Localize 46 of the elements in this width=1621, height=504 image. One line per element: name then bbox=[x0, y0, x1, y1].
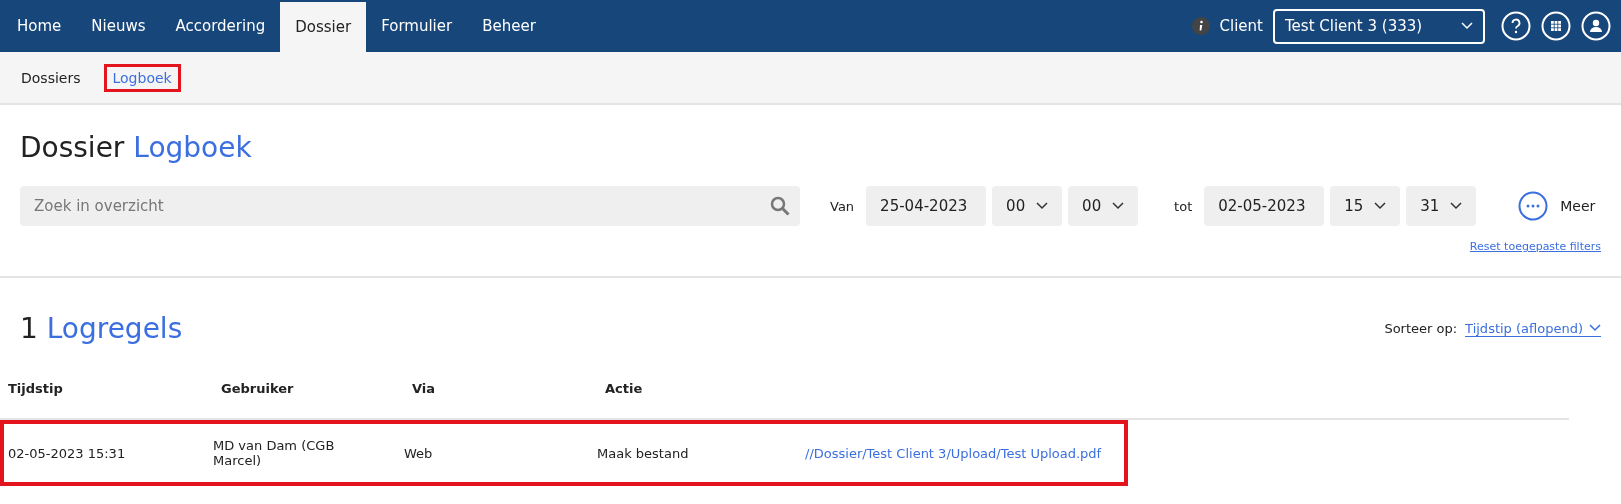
minute-select[interactable]: 00 bbox=[1068, 186, 1139, 226]
page-title: Dossier Logboek bbox=[20, 131, 253, 164]
nav-tab[interactable]: Nieuws bbox=[76, 0, 161, 52]
sort-dropdown[interactable]: Tijdstip (aflopend) bbox=[1465, 320, 1601, 337]
column-header: Gebruiker bbox=[221, 381, 295, 396]
nav-tab[interactable]: Home bbox=[2, 0, 77, 52]
sort-label: Sorteer op: bbox=[1384, 321, 1458, 336]
chevron-icon bbox=[1461, 22, 1473, 30]
chevron-icon bbox=[1036, 202, 1049, 210]
nav-tab[interactable]: Beheer bbox=[467, 0, 551, 52]
chevron-icon bbox=[1374, 202, 1387, 210]
column-header: Tijdstip bbox=[8, 381, 64, 396]
apps-grid-icon[interactable] bbox=[1541, 11, 1571, 41]
date-field[interactable]: 25-04-2023 bbox=[866, 186, 987, 226]
column-header: Actie bbox=[605, 381, 644, 396]
nav-tab[interactable]: Formulier bbox=[366, 0, 468, 52]
chevron-icon bbox=[1112, 202, 1125, 210]
user-icon[interactable] bbox=[1581, 11, 1611, 41]
search-icon[interactable] bbox=[770, 196, 790, 216]
more-label[interactable]: Meer bbox=[1560, 198, 1596, 214]
hour-select[interactable]: 00 bbox=[992, 186, 1063, 226]
date-field[interactable]: 02-05-2023 bbox=[1204, 186, 1325, 226]
table-cell-text: MD van Dam (CGB Marcel) bbox=[213, 438, 336, 468]
results-title: 1 Logregels bbox=[20, 312, 183, 345]
info-icon bbox=[1191, 17, 1210, 35]
minute-select[interactable]: 31 bbox=[1406, 186, 1477, 226]
subnav-link[interactable]: Dossiers bbox=[12, 63, 90, 92]
table-cell: Maak bestand bbox=[597, 445, 689, 461]
subnav-link[interactable]: Logboek bbox=[103, 63, 181, 92]
hour-select[interactable]: 15 bbox=[1330, 186, 1401, 226]
reset-filters-link[interactable]: Reset toegepaste filters bbox=[1469, 240, 1601, 253]
table-cell: 02-05-2023 15:31 bbox=[8, 445, 126, 461]
chevron-icon bbox=[1450, 202, 1463, 210]
search-field[interactable]: Zoek in overzicht bbox=[20, 186, 800, 226]
column-header: Via bbox=[412, 381, 437, 396]
nav-tab[interactable]: Accordering bbox=[160, 0, 281, 52]
client-label: Client bbox=[1219, 17, 1263, 35]
nav-tab[interactable]: Dossier bbox=[280, 2, 367, 52]
help-icon[interactable] bbox=[1501, 11, 1531, 41]
client-select[interactable]: Test Client 3 (333) bbox=[1273, 8, 1485, 44]
more-icon[interactable] bbox=[1518, 191, 1549, 221]
from-label: Van bbox=[830, 198, 855, 214]
file-path-link[interactable]: //Dossier/Test Client 3/Upload/Test Upload.pdf bbox=[805, 445, 1127, 461]
table-cell: Web bbox=[404, 445, 433, 461]
to-label: tot bbox=[1174, 198, 1193, 214]
chevron-icon bbox=[1589, 324, 1601, 332]
